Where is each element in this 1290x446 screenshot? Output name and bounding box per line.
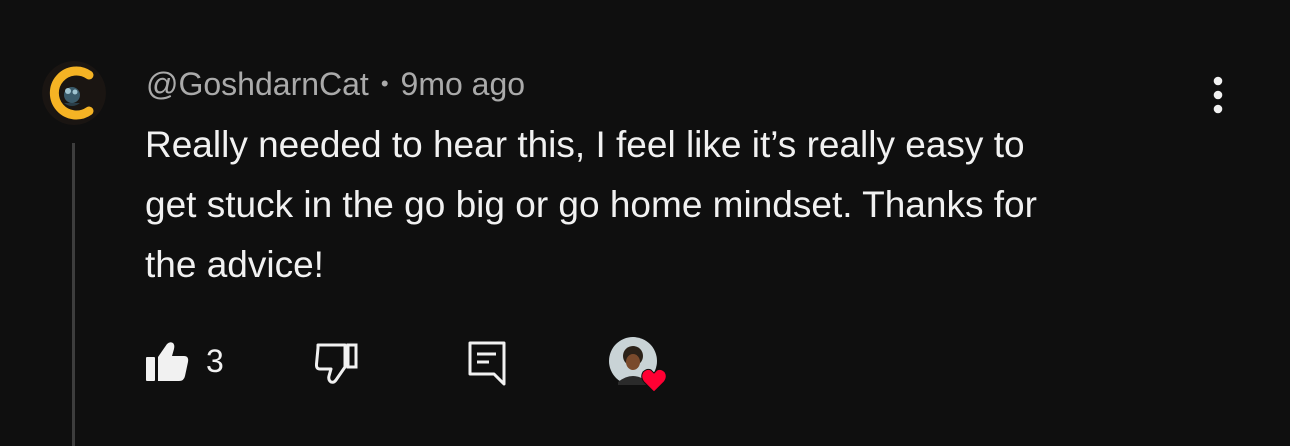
reply-button[interactable] [467, 340, 507, 386]
comment-timestamp[interactable]: 9mo ago [401, 66, 526, 103]
like-button[interactable]: 3 [145, 340, 224, 382]
comment-menu-button[interactable] [1198, 72, 1238, 118]
dislike-button[interactable] [315, 342, 359, 384]
meta-separator: • [380, 71, 389, 96]
creator-avatar [609, 337, 667, 393]
comment-text: Really needed to hear this, I feel like … [145, 124, 1037, 285]
more-vert-icon [1213, 76, 1223, 114]
author-name[interactable]: @GoshdarnCat [146, 66, 369, 103]
heart-icon [641, 368, 667, 393]
author-avatar[interactable] [42, 61, 106, 125]
like-count: 3 [206, 342, 224, 379]
comment-header: @GoshdarnCat • 9mo ago [146, 64, 525, 104]
thumb-down-icon [315, 343, 358, 384]
avatar-image [42, 61, 106, 125]
comment-thread: @GoshdarnCat • 9mo ago Really needed to … [0, 0, 1290, 446]
thumb-up-icon [146, 342, 189, 381]
creator-heart [608, 336, 672, 396]
thread-line [72, 143, 75, 446]
reply-icon [468, 341, 506, 386]
